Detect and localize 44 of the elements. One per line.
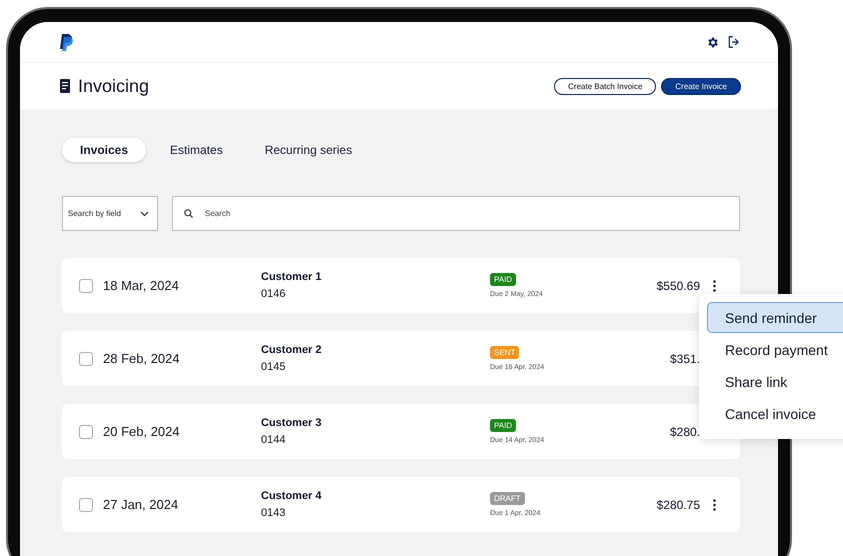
document-icon: [60, 79, 70, 93]
settings-icon[interactable]: [706, 36, 719, 48]
search-field[interactable]: Search: [172, 196, 740, 231]
customer-name: Customer 4: [261, 490, 323, 502]
invoice-date: 18 Mar, 2024: [103, 278, 180, 293]
create-batch-invoice-button[interactable]: Create Batch Invoice: [554, 78, 656, 94]
invoice-number: 0143: [261, 507, 286, 519]
search-icon: [184, 209, 193, 218]
customer-name: Customer 2: [261, 344, 323, 356]
page-title: Invoicing: [78, 76, 150, 96]
kebab-icon: [712, 498, 716, 510]
menu-item[interactable]: Share link: [707, 366, 843, 397]
row-checkbox[interactable]: [79, 498, 93, 512]
row-checkbox[interactable]: [79, 424, 93, 438]
tab[interactable]: Estimates: [152, 138, 241, 162]
tab[interactable]: Invoices: [62, 138, 146, 162]
kebab-icon: [712, 280, 716, 292]
chevron-down-icon: [140, 210, 149, 216]
search-field-dropdown[interactable]: Search by field: [62, 196, 158, 231]
invoice-number: 0146: [261, 288, 286, 300]
invoice-amount: $280.75: [656, 498, 700, 512]
invoice-date: 27 Jan, 2024: [103, 497, 180, 512]
invoice-amount: $351.: [670, 352, 700, 366]
invoice-amount: $550.69: [656, 278, 700, 292]
row-checkbox[interactable]: [79, 352, 93, 366]
customer-name: Customer 3: [261, 417, 323, 429]
status-badge: PAID: [490, 419, 516, 432]
customer-name: Customer 1: [261, 271, 323, 283]
invoice-number: 0144: [261, 434, 286, 446]
invoice-amount: $280.: [670, 424, 700, 438]
invoice-date: 28 Feb, 2024: [103, 351, 181, 366]
menu-item[interactable]: Record payment: [707, 334, 843, 365]
logout-icon[interactable]: [727, 35, 741, 49]
status-badge: SENT: [490, 346, 520, 359]
invoice-date: 20 Feb, 2024: [103, 424, 181, 439]
status-badge: PAID: [490, 273, 516, 286]
menu-item[interactable]: Cancel invoice: [707, 398, 843, 429]
create-invoice-button[interactable]: Create Invoice: [661, 78, 741, 94]
row-checkbox[interactable]: [79, 278, 93, 292]
logo-icon: [60, 34, 73, 50]
status-badge: DRAFT: [490, 492, 525, 505]
tab[interactable]: Recurring series: [246, 138, 370, 162]
menu-item[interactable]: Send reminder: [707, 302, 843, 333]
invoice-number: 0145: [261, 361, 286, 373]
